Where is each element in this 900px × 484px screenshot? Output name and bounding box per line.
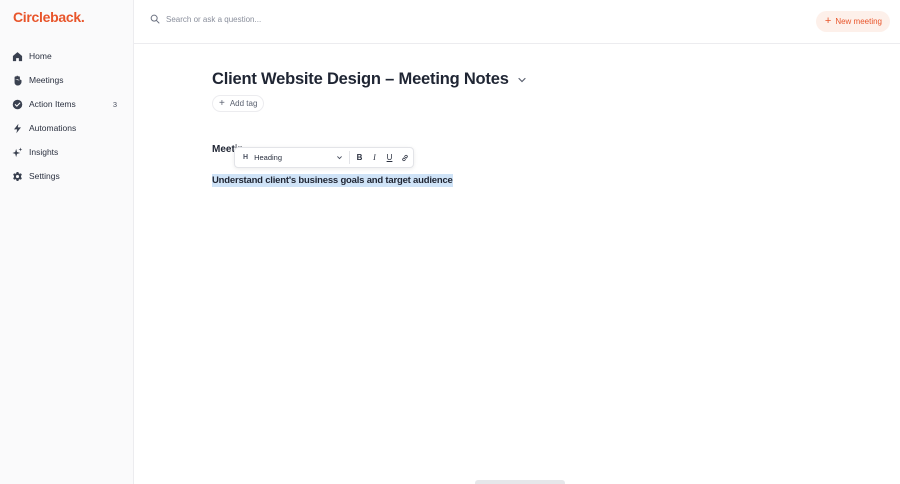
link-button[interactable] (397, 150, 412, 165)
add-tag-label: Add tag (229, 99, 258, 108)
sidebar: Circleback. Home Meetings Action Items 3 (0, 0, 134, 484)
sidebar-item-label: Action Items (29, 99, 76, 109)
bold-button[interactable]: B (352, 150, 367, 165)
circleback-logo[interactable]: Circleback. (13, 9, 85, 25)
sidebar-item-meetings[interactable]: Meetings (0, 68, 134, 92)
new-meeting-label: New meeting (835, 17, 882, 26)
meetings-icon (12, 75, 23, 86)
sidebar-item-automations[interactable]: Automations (0, 116, 134, 140)
lightning-icon (12, 123, 23, 134)
add-tag-button[interactable]: + Add tag (212, 95, 265, 112)
sparkles-icon (12, 147, 23, 158)
heading-icon: H (243, 154, 249, 161)
sidebar-item-label: Meetings (29, 75, 64, 85)
gear-icon (12, 171, 23, 182)
plus-icon: + (824, 15, 832, 27)
logo-text: Circleback (13, 9, 81, 25)
sidebar-item-label: Automations (29, 123, 77, 133)
selected-text[interactable]: Understand client's business goals and t… (212, 174, 453, 187)
search-icon (150, 14, 160, 24)
underline-button[interactable]: U (382, 150, 397, 165)
sidebar-item-settings[interactable]: Settings (0, 164, 134, 188)
top-bar: + New meeting (134, 0, 900, 44)
title-row: Client Website Design – Meeting Notes (212, 70, 852, 89)
search-input[interactable] (166, 14, 406, 24)
link-icon (401, 154, 408, 161)
new-meeting-button[interactable]: + New meeting (815, 11, 890, 32)
block-type-dropdown[interactable]: H Heading (235, 153, 347, 162)
sidebar-item-label: Insights (29, 147, 59, 157)
toolbar-divider (349, 151, 350, 164)
chevron-down-icon[interactable] (517, 75, 527, 85)
sidebar-item-action-items[interactable]: Action Items 3 (0, 92, 134, 116)
logo-dot: . (80, 9, 85, 25)
sidebar-item-label: Settings (29, 171, 60, 181)
search-bar (150, 14, 406, 24)
check-circle-icon (12, 99, 23, 110)
sidebar-item-label: Home (29, 51, 52, 61)
format-toolbar: H Heading B I U (234, 147, 414, 168)
main-content: Client Website Design – Meeting Notes + … (212, 70, 852, 112)
page-title[interactable]: Client Website Design – Meeting Notes (212, 70, 509, 89)
sidebar-item-home[interactable]: Home (0, 44, 134, 68)
block-type-label: Heading (254, 153, 283, 162)
bottom-handle (475, 480, 565, 484)
sidebar-nav: Home Meetings Action Items 3 Automations (0, 44, 134, 188)
italic-button[interactable]: I (367, 150, 382, 165)
sidebar-item-insights[interactable]: Insights (0, 140, 134, 164)
chevron-down-icon (337, 156, 342, 160)
action-items-count-badge: 3 (112, 99, 117, 109)
plus-icon: + (219, 98, 225, 109)
home-icon (12, 51, 23, 62)
